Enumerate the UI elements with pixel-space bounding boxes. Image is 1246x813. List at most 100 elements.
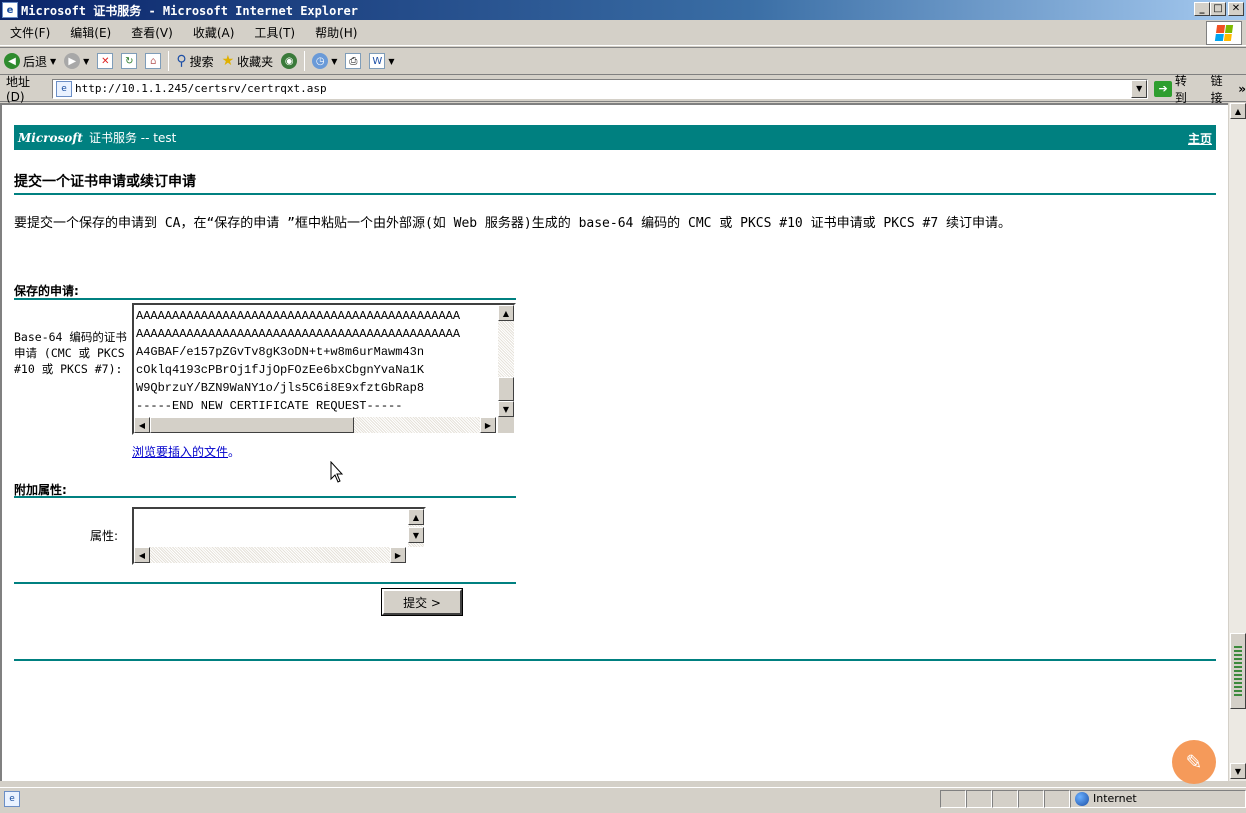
divider: [14, 298, 516, 300]
home-icon: ⌂: [145, 53, 162, 69]
history-icon: ◷: [312, 53, 329, 69]
zone-label: Internet: [1093, 792, 1137, 805]
star-icon: ★: [221, 53, 235, 69]
page-content: Microsoft 证书服务 -- test 主页 提交一个证书申请或续订申请 …: [0, 103, 1228, 781]
ie-page-icon: e: [56, 80, 72, 97]
scroll-down-icon[interactable]: ▼: [498, 401, 514, 417]
divider: [14, 496, 516, 498]
media-icon: ◉: [281, 53, 298, 69]
go-button[interactable]: ➔ 转到: [1154, 72, 1198, 106]
menu-favorites[interactable]: 收藏(A): [183, 24, 245, 41]
close-button[interactable]: ✕: [1228, 2, 1244, 16]
edit-button[interactable]: W ▼: [365, 50, 398, 72]
word-icon: W: [369, 53, 386, 69]
scroll-thumb[interactable]: [150, 417, 354, 433]
home-button[interactable]: ⌂: [141, 50, 165, 72]
divider: [14, 659, 1216, 661]
browse-file-link-row: 浏览要插入的文件。: [132, 443, 240, 460]
scroll-down-icon[interactable]: ▼: [1230, 763, 1246, 779]
security-zone: Internet: [1070, 789, 1246, 808]
print-button[interactable]: ⎙: [341, 50, 365, 72]
saved-request-textarea[interactable]: AAAAAAAAAAAAAAAAAAAAAAAAAAAAAAAAAAAAAAAA…: [132, 303, 516, 435]
status-bar: e Internet: [0, 787, 1246, 809]
refresh-icon: ↻: [121, 53, 138, 69]
scroll-left-icon[interactable]: ◀: [134, 417, 150, 433]
status-cell: [940, 789, 966, 808]
print-icon: ⎙: [345, 53, 362, 69]
search-label: 搜索: [189, 54, 214, 69]
scroll-down-icon[interactable]: ▼: [408, 527, 424, 543]
window-title: Microsoft 证书服务 - Microsoft Internet Expl…: [21, 3, 358, 18]
toolbar-separator: [304, 51, 306, 71]
scroll-right-icon[interactable]: ▶: [480, 417, 496, 433]
standard-toolbar: ◀ 后退 ▼ ▶ ▼ ✕ ↻ ⌂ ⚲ 搜索 ★ 收藏夹 ◉ ◷ ▼ ⎙ W ▼: [0, 47, 1246, 75]
back-label: 后退: [23, 54, 48, 69]
search-button[interactable]: ⚲ 搜索: [172, 50, 217, 72]
page-vertical-scrollbar[interactable]: ▲ ▼: [1228, 103, 1246, 781]
tool-wrench-icon[interactable]: ✎: [1172, 740, 1216, 784]
menu-view[interactable]: 查看(V): [121, 24, 183, 41]
go-label: 转到: [1174, 73, 1187, 105]
textarea-vertical-scrollbar[interactable]: ▲ ▼: [498, 305, 514, 417]
brand-logo: Microsoft: [18, 130, 83, 145]
attributes-horizontal-scrollbar[interactable]: ◀ ▶: [134, 547, 406, 563]
address-label: 地址(D): [6, 75, 31, 104]
favorites-button[interactable]: ★ 收藏夹: [218, 50, 278, 72]
divider: [14, 193, 1216, 195]
textarea-horizontal-scrollbar[interactable]: ◀ ▶: [134, 417, 496, 433]
menu-file[interactable]: 文件(F): [0, 24, 60, 41]
scroll-left-icon[interactable]: ◀: [134, 547, 150, 563]
menu-bar: 文件(F) 编辑(E) 查看(V) 收藏(A) 工具(T) 帮助(H): [0, 20, 1246, 46]
scroll-thumb[interactable]: [498, 377, 514, 401]
toolbar-separator: [168, 51, 170, 71]
attributes-textarea[interactable]: ▲ ▼ ◀ ▶: [132, 507, 426, 565]
service-header: Microsoft 证书服务 -- test 主页: [14, 125, 1216, 150]
stop-icon: ✕: [97, 53, 114, 69]
links-more-icon[interactable]: »: [1238, 82, 1246, 96]
stop-button[interactable]: ✕: [93, 50, 117, 72]
chevron-down-icon[interactable]: ▼: [1131, 79, 1148, 98]
chevron-down-icon: ▼: [331, 56, 338, 66]
page-description: 要提交一个保存的申请到 CA，在“保存的申请 ”框中粘贴一个由外部源(如 Web…: [14, 216, 1012, 231]
favorites-label: 收藏夹: [237, 54, 274, 69]
address-bar: 地址(D) e http://10.1.1.245/certsrv/certrq…: [0, 74, 1246, 105]
divider: [14, 582, 516, 584]
status-cell: [992, 789, 1018, 808]
service-title: 证书服务 -- test: [88, 131, 177, 145]
home-link[interactable]: 主页: [1188, 130, 1212, 147]
back-button[interactable]: ◀ 后退 ▼: [0, 50, 60, 72]
globe-icon: [1075, 791, 1089, 806]
browse-suffix: 。: [228, 445, 241, 459]
status-cell: [1018, 789, 1044, 808]
maximize-button[interactable]: □: [1210, 2, 1226, 16]
browse-file-link[interactable]: 浏览要插入的文件: [132, 445, 228, 459]
ie-page-icon: e: [2, 2, 18, 18]
address-url[interactable]: http://10.1.1.245/certsrv/certrqxt.asp: [75, 82, 327, 95]
scroll-right-icon[interactable]: ▶: [390, 547, 406, 563]
submit-button[interactable]: 提交 >: [381, 588, 463, 616]
chevron-down-icon: ▼: [388, 56, 395, 66]
back-arrow-icon: ◀: [4, 53, 20, 69]
links-button[interactable]: 链接: [1211, 72, 1235, 106]
attributes-vertical-scrollbar[interactable]: ▲ ▼: [408, 509, 424, 547]
forward-arrow-icon: ▶: [64, 53, 81, 69]
menu-help[interactable]: 帮助(H): [305, 24, 367, 41]
page-title: 提交一个证书申请或续订申请: [14, 174, 196, 190]
forward-button[interactable]: ▶ ▼: [60, 50, 93, 72]
scroll-up-icon[interactable]: ▲: [1230, 103, 1246, 119]
menu-tools[interactable]: 工具(T): [244, 24, 305, 41]
scroll-corner: [498, 417, 514, 433]
scroll-up-icon[interactable]: ▲: [408, 509, 424, 525]
request-text[interactable]: AAAAAAAAAAAAAAAAAAAAAAAAAAAAAAAAAAAAAAAA…: [136, 307, 496, 415]
history-button[interactable]: ◷ ▼: [308, 50, 341, 72]
minimize-button[interactable]: _: [1194, 2, 1210, 16]
mouse-pointer-icon: [330, 461, 344, 483]
media-button[interactable]: ◉: [277, 50, 301, 72]
chevron-down-icon: ▼: [50, 56, 57, 66]
menu-edit[interactable]: 编辑(E): [60, 24, 121, 41]
go-arrow-icon: ➔: [1154, 80, 1172, 97]
refresh-button[interactable]: ↻: [117, 50, 141, 72]
scroll-up-icon[interactable]: ▲: [498, 305, 514, 321]
scroll-thumb[interactable]: [1230, 633, 1246, 709]
address-input[interactable]: e http://10.1.1.245/certsrv/certrqxt.asp…: [52, 78, 1149, 99]
